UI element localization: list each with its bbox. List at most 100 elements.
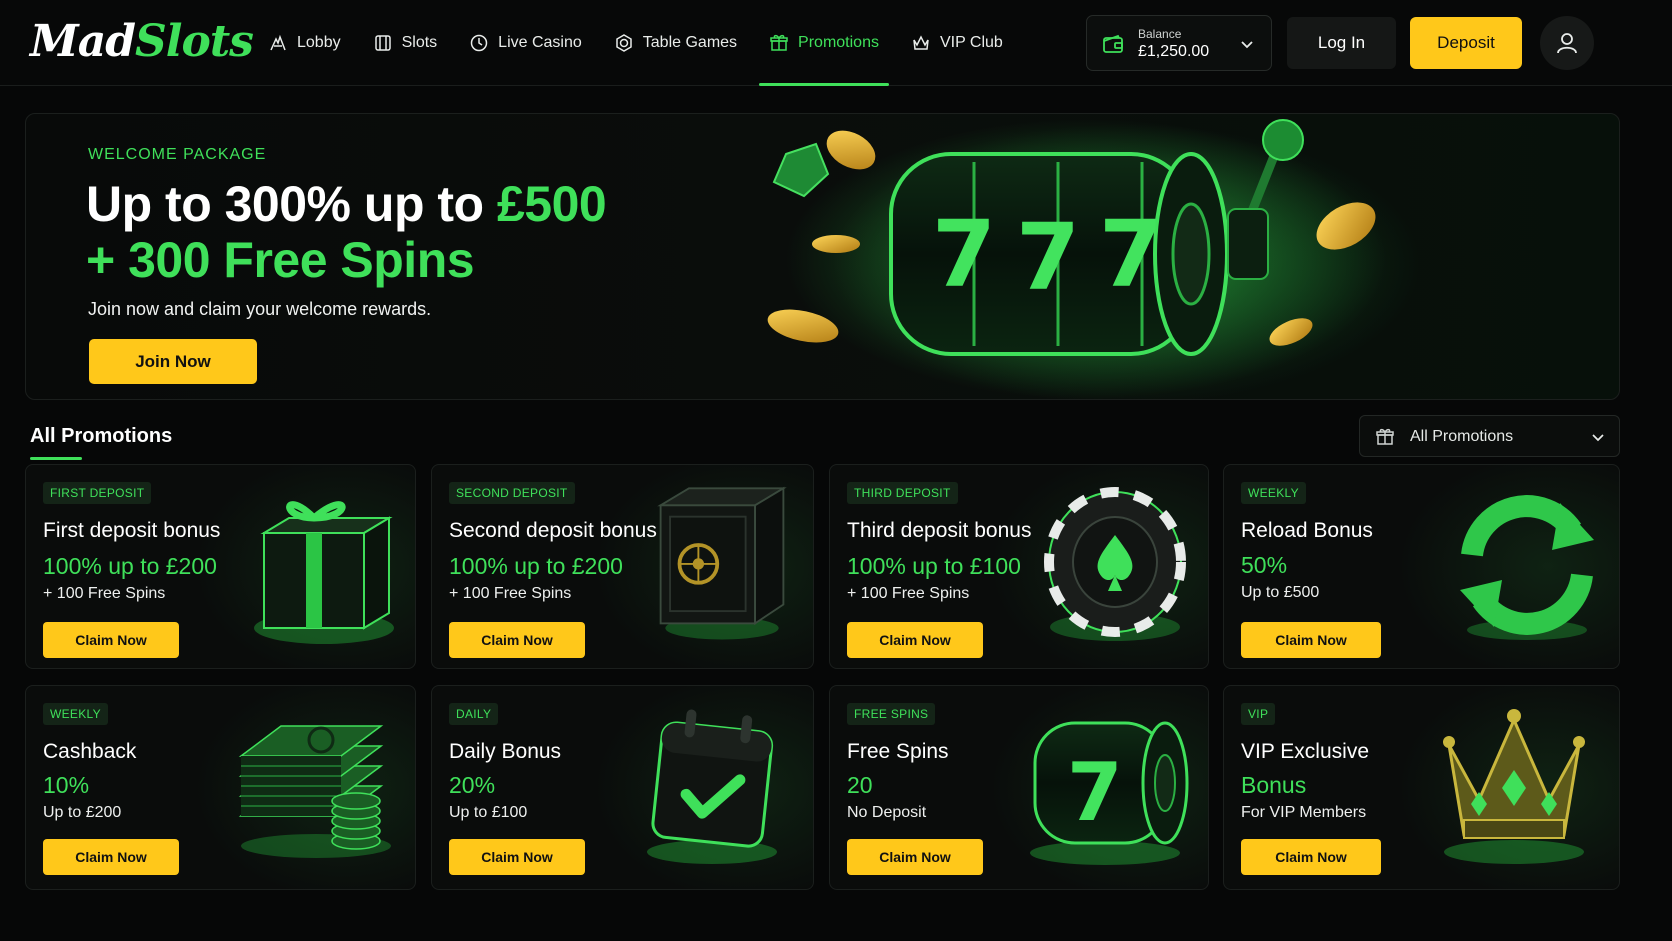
reload-arrows-illustration	[1460, 495, 1594, 640]
user-icon	[1557, 33, 1577, 54]
promo-value: Bonus	[1241, 772, 1307, 798]
promo-card-first-deposit: FIRST DEPOSIT First deposit bonus 100% u…	[25, 464, 416, 669]
nav-item-live-casino[interactable]: Live Casino	[453, 0, 598, 86]
gift-box-illustration	[254, 501, 394, 644]
claim-now-button[interactable]: Claim Now	[1241, 622, 1381, 658]
gift-icon	[770, 34, 788, 51]
promo-tag: DAILY	[449, 703, 499, 725]
promo-detail: Up to £100	[449, 804, 528, 821]
claim-now-button[interactable]: Claim Now	[449, 622, 585, 658]
crown-illustration	[1443, 709, 1585, 864]
promo-value: 100% up to £100	[847, 553, 1021, 579]
promo-value: 100% up to £200	[449, 553, 623, 579]
brand-logo-part2: Slots	[134, 16, 254, 67]
promo-detail: + 100 Free Spins	[449, 585, 572, 602]
claim-now-button[interactable]: Claim Now	[847, 622, 983, 658]
promo-card-cashback: WEEKLY Cashback 10% Up to £200 Claim Now	[25, 685, 416, 890]
nav-item-label: VIP Club	[939, 34, 1003, 51]
slot-reel-illustration: 7	[1030, 721, 1189, 865]
promo-card-reload-bonus: WEEKLY Reload Bonus 50% Up to £500 Claim…	[1223, 464, 1620, 669]
reel-symbol-1: 7	[932, 201, 996, 308]
promo-tag: WEEKLY	[43, 703, 108, 725]
nav-item-label: Table Games	[642, 34, 738, 51]
cash-stack-illustration	[238, 725, 391, 858]
claim-now-button[interactable]: Claim Now	[449, 839, 585, 875]
join-now-button[interactable]: Join Now	[89, 339, 257, 384]
promo-detail: Up to £500	[1241, 584, 1320, 601]
promo-title: Free Spins	[847, 740, 949, 763]
nav-item-vip-club[interactable]: VIP Club	[895, 0, 1019, 86]
account-button[interactable]	[1540, 16, 1594, 70]
promo-card-free-spins: FREE SPINS Free Spins 20 No Deposit Clai…	[829, 685, 1209, 890]
promo-detail: Up to £200	[43, 804, 122, 821]
live-casino-icon	[470, 34, 488, 52]
promo-title: VIP Exclusive	[1241, 740, 1369, 763]
nav-item-lobby[interactable]: Lobby	[252, 0, 357, 86]
promo-tag: FREE SPINS	[847, 703, 936, 725]
promo-title: First deposit bonus	[43, 519, 221, 542]
crown-icon	[913, 35, 929, 50]
claim-now-button[interactable]: Claim Now	[43, 622, 179, 658]
promo-detail: + 100 Free Spins	[847, 585, 970, 602]
nav-item-promotions[interactable]: Promotions	[753, 0, 895, 86]
brand-logo[interactable]: MadSlots	[30, 14, 254, 70]
nav-item-label: Promotions	[798, 34, 879, 51]
promo-tag: VIP	[1241, 703, 1276, 725]
calendar-check-illustration	[647, 709, 777, 864]
promo-detail: No Deposit	[847, 804, 927, 821]
nav-item-slots[interactable]: Slots	[357, 0, 454, 86]
claim-now-button[interactable]: Claim Now	[43, 839, 179, 875]
chip-icon	[616, 34, 632, 52]
promo-tag: FIRST DEPOSIT	[43, 482, 152, 504]
nav-item-label: Live Casino	[498, 34, 582, 51]
banner-headline-white: Up to 300% up to	[86, 176, 497, 232]
promo-title: Daily Bonus	[449, 740, 562, 763]
banner-headline: Up to 300% up to £500 + 300 Free Spins	[86, 176, 607, 288]
wallet-icon	[1103, 34, 1123, 53]
section-title: All Promotions	[30, 425, 173, 447]
promo-card-third-deposit: THIRD DEPOSIT Third deposit bonus 100% u…	[829, 464, 1209, 669]
banner-headline-spins: + 300 Free Spins	[86, 232, 475, 288]
nav-item-table-games[interactable]: Table Games	[598, 0, 753, 86]
promo-tag: WEEKLY	[1241, 482, 1306, 504]
promo-title: Third deposit bonus	[847, 519, 1032, 542]
promo-card-daily-bonus: DAILY Daily Bonus 20% Up to £100 Claim N…	[431, 685, 814, 890]
promo-detail: + 100 Free Spins	[43, 585, 166, 602]
promo-value: 50%	[1241, 552, 1288, 578]
reel-symbol-3: 7	[1099, 201, 1163, 308]
nav-item-label: Lobby	[297, 34, 341, 51]
promo-card-vip-exclusive: VIP VIP Exclusive Bonus For VIP Members …	[1223, 685, 1620, 890]
promo-title: Reload Bonus	[1241, 519, 1373, 542]
promo-card-second-deposit: SECOND DEPOSIT Second deposit bonus 100%…	[431, 464, 814, 669]
poker-chip-illustration	[1044, 487, 1186, 641]
slot-machine-illustration: 7 7 7	[767, 119, 1386, 399]
balance-label: Balance	[1138, 27, 1182, 41]
promotions-filter-dropdown[interactable]: All Promotions	[1359, 415, 1620, 457]
top-bar: MadSlots Lobby Slots Live Casino Table G…	[0, 0, 1672, 86]
brand-logo-part1: Mad	[30, 16, 136, 67]
promo-tag: SECOND DEPOSIT	[449, 482, 575, 504]
chevron-down-icon	[1592, 434, 1604, 442]
gift-icon	[1376, 428, 1394, 445]
safe-illustration	[657, 486, 787, 640]
nav-item-label: Slots	[401, 34, 438, 51]
claim-now-button[interactable]: Claim Now	[1241, 839, 1381, 875]
filter-selected-value: All Promotions	[1410, 428, 1514, 445]
balance-dropdown[interactable]: Balance £1,250.00	[1086, 15, 1272, 71]
login-button[interactable]: Log In	[1287, 17, 1396, 69]
promo-detail: For VIP Members	[1241, 804, 1367, 821]
deposit-button[interactable]: Deposit	[1410, 17, 1522, 69]
banner-headline-amount: £500	[496, 176, 607, 232]
svg-text:7: 7	[1067, 746, 1123, 839]
banner-eyebrow: WELCOME PACKAGE	[88, 146, 267, 163]
promo-title: Second deposit bonus	[449, 519, 657, 542]
chevron-down-icon	[1241, 41, 1253, 49]
main-nav: Lobby Slots Live Casino Table Games Prom…	[252, 0, 1019, 86]
claim-now-button[interactable]: Claim Now	[847, 839, 983, 875]
balance-value: £1,250.00	[1138, 43, 1210, 60]
promo-value: 20	[847, 772, 873, 798]
reel-symbol-2: 7	[1016, 204, 1080, 311]
banner-subline: Join now and claim your welcome rewards.	[88, 299, 432, 319]
promo-value: 100% up to £200	[43, 553, 217, 579]
promo-title: Cashback	[43, 740, 137, 763]
